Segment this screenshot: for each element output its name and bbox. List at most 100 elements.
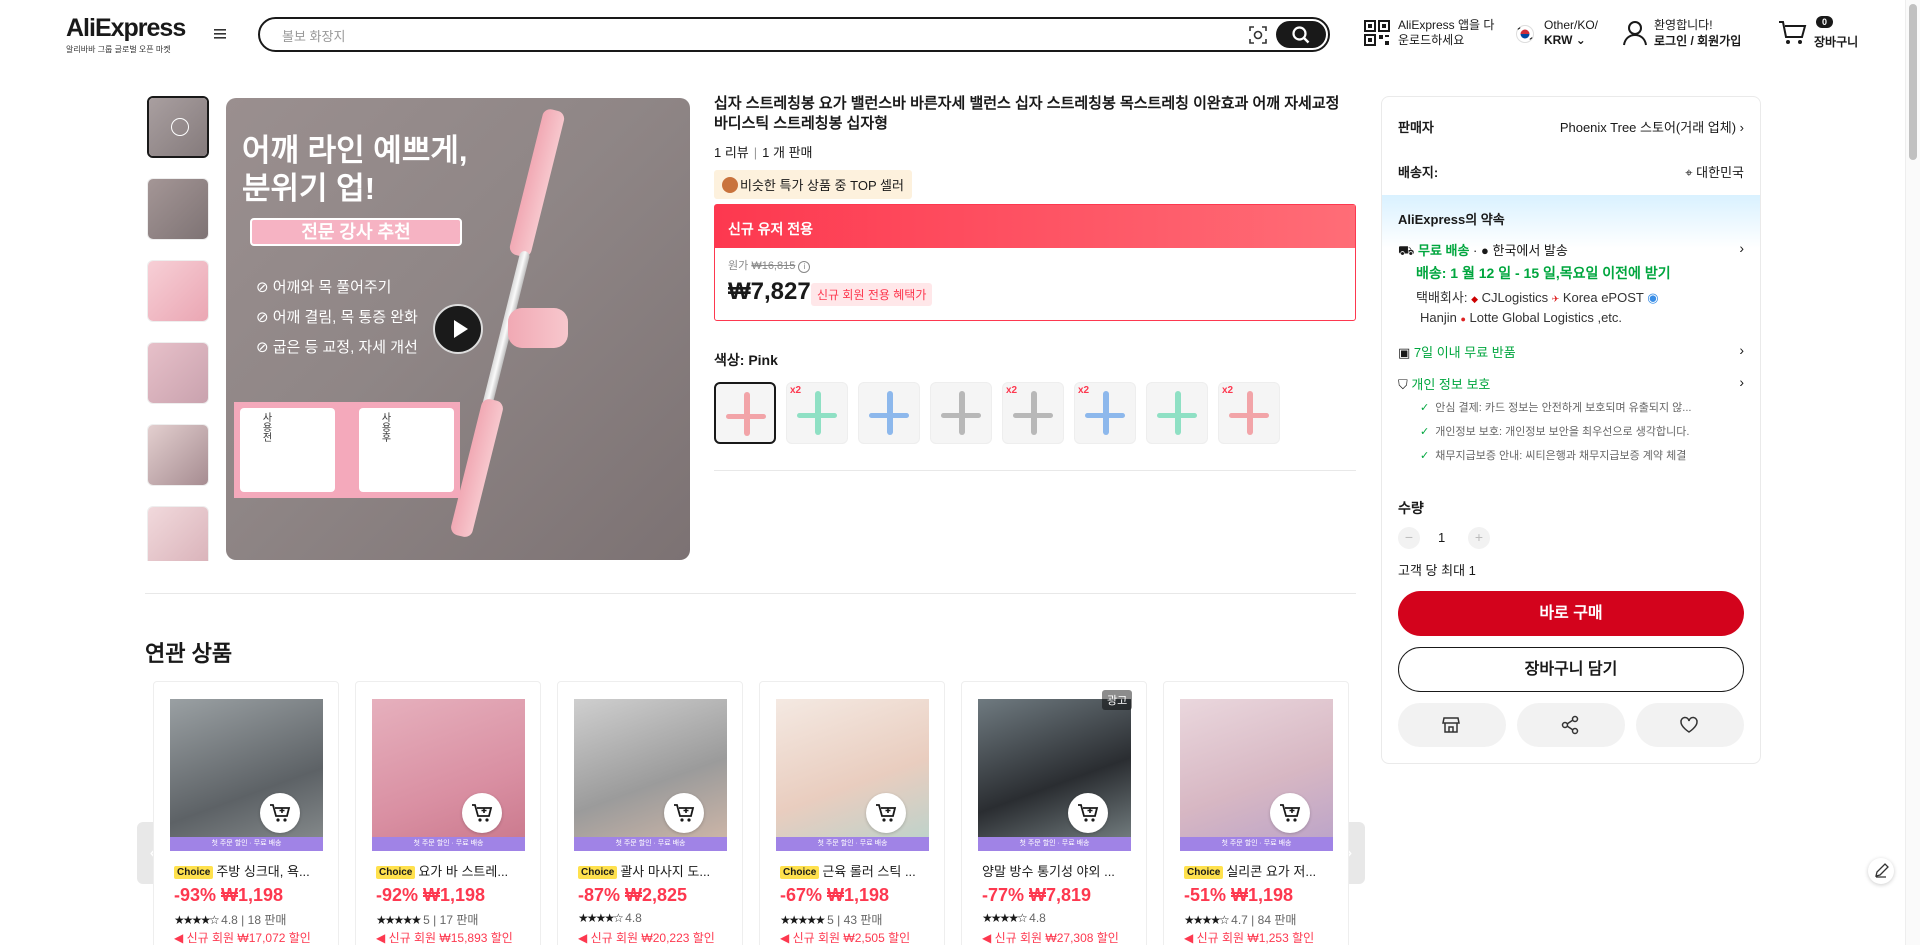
product-image[interactable]: [574, 699, 727, 851]
new-member-price: ◀ 신규 회원 ₩17,072 할인: [174, 931, 311, 945]
add-to-cart-icon-button[interactable]: [866, 793, 906, 833]
add-to-cart-icon-button[interactable]: [462, 793, 502, 833]
seller-row[interactable]: 판매자 Phoenix Tree 스토어(거래 업체) ›: [1398, 117, 1744, 136]
color-swatch[interactable]: [1146, 382, 1208, 444]
product-price: -87% ₩2,825: [578, 885, 688, 905]
swatch-product-graphic: [941, 413, 981, 418]
product-rating: ★★★★☆ 4.7 | 84 판매: [1184, 913, 1297, 927]
product-name[interactable]: Choice 실리콘 요가 저...: [1184, 861, 1334, 880]
aliexpress-logo[interactable]: AliExpress 알리바바 그룹 글로벌 오픈 마켓: [66, 14, 186, 55]
feedback-button[interactable]: [1868, 858, 1894, 884]
product-rating: ★★★★☆ 4.8: [578, 911, 642, 925]
product-rating: ★★★★★ 5 | 43 판매: [780, 913, 883, 927]
related-product-card[interactable]: 첫 주문 할인 · 무료 배송 Choice 주방 싱크대, 욕... -93% ₩1…: [153, 681, 339, 945]
privacy-row[interactable]: ⛉ 개인 정보 보호 ›: [1398, 374, 1744, 393]
image-feature: ⊘ 어깨 결림, 목 통증 완화: [256, 309, 418, 326]
thumbnail-image[interactable]: [147, 506, 209, 561]
search-bar[interactable]: 볼보 화장지: [258, 17, 1330, 52]
product-image[interactable]: [170, 699, 323, 851]
aliexpress-promise: AliExpress의 약속 ⛟ 무료 배송 · ● 한국에서 발송 › 배송:…: [1382, 195, 1760, 575]
add-to-cart-button[interactable]: 장바구니 담기: [1398, 647, 1744, 692]
menu-icon[interactable]: [212, 27, 228, 41]
free-return-row[interactable]: ▣ 7일 이내 무료 반품 ›: [1398, 342, 1744, 361]
product-image[interactable]: [978, 699, 1131, 851]
product-name[interactable]: Choice 요가 바 스트레...: [376, 861, 526, 880]
related-product-card[interactable]: 첫 주문 할인 · 무료 배송 Choice 실리콘 요가 저... -51% ₩1,…: [1163, 681, 1349, 945]
currency-label: KRW: [1544, 33, 1573, 47]
truck-icon: ⛟: [1398, 243, 1415, 258]
add-to-cart-icon-button[interactable]: [1068, 793, 1108, 833]
quantity-value[interactable]: 1: [1438, 530, 1445, 545]
review-count[interactable]: 1 리뷰: [714, 145, 749, 160]
page-scrollbar[interactable]: [1905, 0, 1920, 945]
ship-to-row[interactable]: 배송지: ⌖ 대한민국: [1398, 162, 1744, 181]
color-swatch[interactable]: x2: [1218, 382, 1280, 444]
product-image[interactable]: [1180, 699, 1333, 851]
buy-now-button[interactable]: 바로 구매: [1398, 591, 1744, 636]
star-rating: ★★★★☆: [578, 911, 624, 925]
search-button[interactable]: [1276, 21, 1326, 48]
new-member-price: ◀ 신규 회원 ₩27,308 할인: [982, 931, 1119, 945]
chevron-down-icon: ⌄: [1575, 33, 1586, 47]
seller-name[interactable]: Phoenix Tree 스토어(거래 업체): [1560, 120, 1736, 135]
color-swatch[interactable]: x2: [1002, 382, 1064, 444]
swatch-product-graphic: [1085, 413, 1125, 418]
add-to-cart-icon-button[interactable]: [1270, 793, 1310, 833]
related-product-card[interactable]: 첫 주문 할인 · 무료 배송 Choice 근육 롤러 스틱 ... -67% ₩1…: [759, 681, 945, 945]
main-product-image[interactable]: 어깨 라인 예쁘게, 분위기 업! 전문 강사 추천 ⊘ 어깨와 목 풀어주기 …: [226, 98, 690, 560]
add-to-cart-icon-button[interactable]: [664, 793, 704, 833]
product-image[interactable]: [372, 699, 525, 851]
cart-label: 장바구니: [1814, 35, 1859, 49]
chevron-right-icon: ›: [1739, 240, 1744, 256]
thumbnail-image[interactable]: [147, 260, 209, 322]
color-label: 색상: Pink: [714, 352, 778, 368]
color-swatch[interactable]: [714, 382, 776, 444]
coupon-icon: ◀: [578, 931, 588, 945]
thumbnail-image[interactable]: [147, 342, 209, 404]
wishlist-button[interactable]: [1636, 703, 1744, 747]
thumbnail-image[interactable]: [147, 424, 209, 486]
add-to-cart-icon-button[interactable]: [260, 793, 300, 833]
free-shipping-row[interactable]: ⛟ 무료 배송 · ● 한국에서 발송 ›: [1398, 240, 1744, 261]
product-name[interactable]: 양말 방수 통기성 야외 ...: [982, 861, 1132, 880]
review-sales-meta: 1 리뷰 | 1 개 판매: [714, 145, 813, 160]
info-icon[interactable]: i: [798, 261, 811, 273]
color-swatch[interactable]: [858, 382, 920, 444]
promo-header: 신규 유저 전용: [715, 205, 1355, 248]
cart-plus-icon: [1078, 804, 1099, 822]
search-input[interactable]: 볼보 화장지: [282, 26, 345, 45]
color-swatch[interactable]: x2: [786, 382, 848, 444]
related-product-card[interactable]: 광고 첫 주문 할인 · 무료 배송 양말 방수 통기성 야외 ... -77% ₩7…: [961, 681, 1147, 945]
scrollbar-thumb[interactable]: [1909, 4, 1917, 160]
original-price: 원가 ₩16,815 i: [728, 257, 811, 273]
cart-plus-icon: [1280, 804, 1301, 822]
sale-price: ₩7,827: [728, 278, 811, 305]
store-button[interactable]: [1398, 703, 1506, 747]
share-button[interactable]: [1517, 703, 1625, 747]
color-swatch[interactable]: x2: [1074, 382, 1136, 444]
decrease-qty-button[interactable]: −: [1398, 527, 1420, 549]
star-rating: ★★★★☆: [1184, 913, 1230, 927]
product-name[interactable]: Choice 근육 롤러 스틱 ...: [780, 861, 930, 880]
product-info: 십자 스트레칭봉 요가 밸런스바 바른자세 밸런스 십자 스트레칭봉 목스트레칭…: [714, 94, 1356, 444]
color-swatch[interactable]: [930, 382, 992, 444]
product-name[interactable]: Choice 괄사 마사지 도...: [578, 861, 728, 880]
product-image[interactable]: [776, 699, 929, 851]
increase-qty-button[interactable]: +: [1468, 527, 1490, 549]
related-product-card[interactable]: 첫 주문 할인 · 무료 배송 Choice 괄사 마사지 도... -87% ₩2,…: [557, 681, 743, 945]
cart-plus-icon: [876, 804, 897, 822]
login-signup-link[interactable]: 로그인 / 회원가입: [1654, 32, 1741, 49]
image-search-icon[interactable]: [1248, 25, 1268, 45]
related-product-card[interactable]: 첫 주문 할인 · 무료 배송 Choice 요가 바 스트레... -92% ₩1,…: [355, 681, 541, 945]
product-name[interactable]: Choice 주방 싱크대, 욕...: [174, 861, 324, 880]
delivery-estimate: 배송: 1 월 12 일 - 15 일,목요일 이전에 받기: [1416, 265, 1671, 281]
korea-post-logo-icon: ✈: [1551, 294, 1560, 304]
thumbnail-image[interactable]: [147, 178, 209, 240]
product-price: -67% ₩1,198: [780, 885, 890, 905]
choice-badge: Choice: [174, 866, 214, 879]
qr-code-icon: [1364, 20, 1390, 46]
thumbnail-video[interactable]: [147, 96, 209, 158]
swatch-product-graphic: [726, 414, 766, 419]
privacy-item: 안심 결제: 카드 정보는 안전하게 보호되며 유출되지 않...: [1420, 399, 1736, 415]
play-video-button[interactable]: [433, 304, 483, 354]
